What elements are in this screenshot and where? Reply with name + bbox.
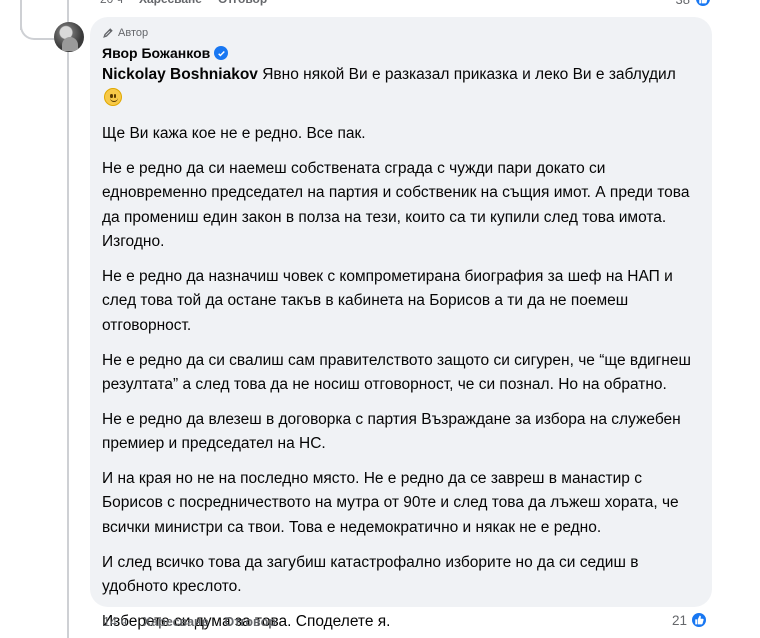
previous-like-button[interactable]: Харесване bbox=[139, 0, 202, 8]
author-name-link[interactable]: Явор Божанков bbox=[102, 45, 210, 61]
comment-bubble: Автор Явор Божанков Nickolay Boshniakov … bbox=[90, 17, 712, 630]
comment-body: Nickolay Boshniakov Явно някой Ви е разк… bbox=[102, 63, 700, 634]
reaction-count: 21 bbox=[672, 612, 688, 628]
comment-paragraph: И на края но не на последно място. Не е … bbox=[102, 470, 679, 536]
author-avatar[interactable] bbox=[54, 22, 84, 52]
comment-time[interactable]: 14 ч bbox=[103, 615, 127, 629]
pen-icon bbox=[103, 28, 113, 38]
like-icon bbox=[694, 0, 712, 8]
mention-link[interactable]: Nickolay Boshniakov bbox=[102, 66, 258, 83]
verified-badge-icon bbox=[214, 46, 229, 60]
comment-actions: 14 ч Харесване Отговор bbox=[103, 615, 276, 629]
comment-paragraph: И след всичко това да загубиш катастрофа… bbox=[102, 553, 639, 596]
comment-author: Явор Божанков bbox=[102, 44, 700, 62]
author-badge: Автор bbox=[102, 26, 700, 40]
thread-line bbox=[67, 0, 69, 638]
reply-button[interactable]: Отговор bbox=[225, 615, 276, 629]
previous-comment-time[interactable]: 20 ч bbox=[100, 0, 123, 8]
comment-paragraph: Не е редно да назначиш човек с компромет… bbox=[102, 268, 673, 334]
previous-reply-button[interactable]: Отговор bbox=[218, 0, 267, 8]
paragraph-text: Явно някой Ви е разказал приказка и леко… bbox=[262, 66, 676, 83]
like-button[interactable]: Харесване bbox=[143, 615, 209, 629]
comment-paragraph: Не е редно да си наемеш собствената сгра… bbox=[102, 160, 690, 251]
comment-paragraph: Не е редно да влезеш в договорка с парти… bbox=[102, 410, 681, 453]
comment-paragraph: Ще Ви кажа кое не е редно. Все пак. bbox=[102, 125, 366, 143]
author-badge-label: Автор bbox=[118, 27, 149, 39]
like-icon bbox=[690, 611, 709, 629]
previous-reactions[interactable]: 38 bbox=[676, 0, 712, 8]
previous-comment-actions: 20 ч Харесване Отговор bbox=[100, 0, 267, 8]
comment-paragraph: Nickolay Boshniakov Явно някой Ви е разк… bbox=[102, 63, 700, 112]
comment-reactions[interactable]: 21 bbox=[672, 611, 709, 629]
smiling-face-emoji-icon bbox=[104, 88, 122, 107]
thread-connector bbox=[20, 14, 56, 40]
previous-reaction-count: 38 bbox=[676, 0, 690, 7]
comment-paragraph: Не е редно да си свалиш сам правителство… bbox=[102, 351, 691, 394]
comment-thread: 20 ч Харесване Отговор 38 Автор Явор Бож… bbox=[0, 0, 760, 638]
